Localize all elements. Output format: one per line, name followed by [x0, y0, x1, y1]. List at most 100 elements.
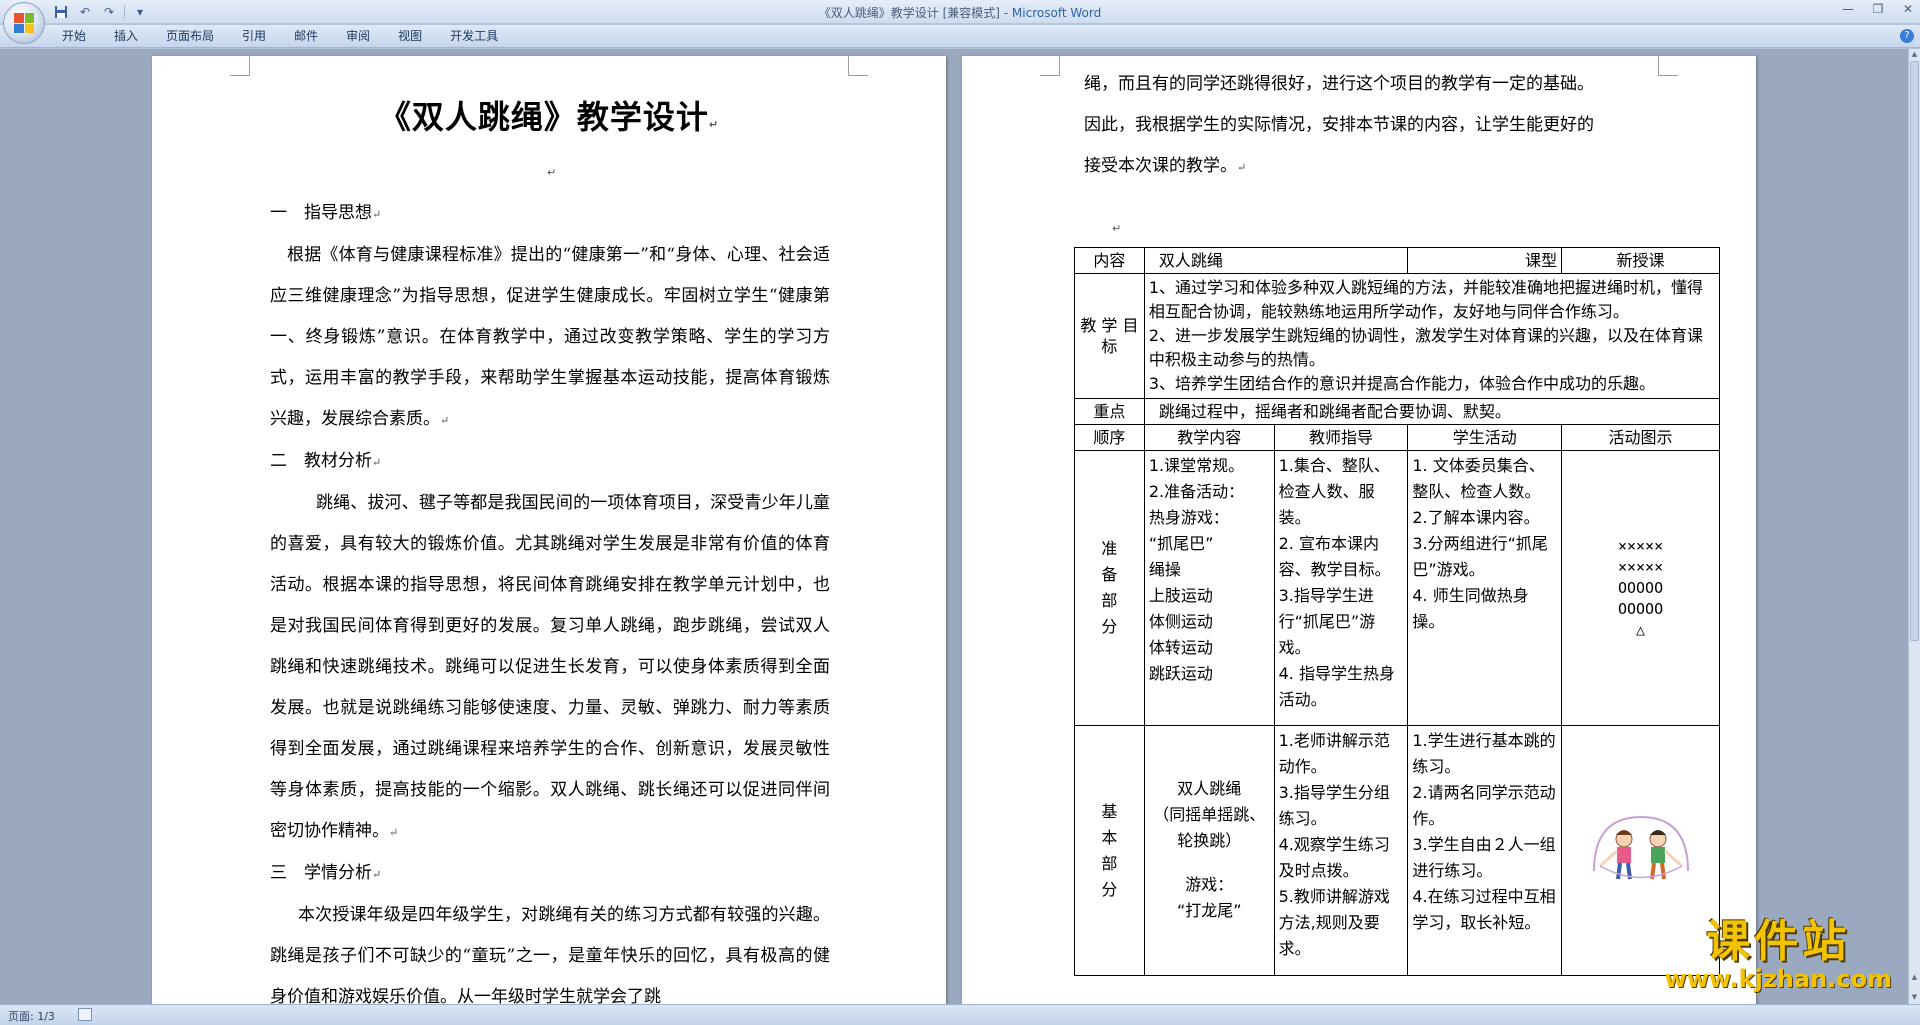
document-title: 《双人跳绳》教学设计↵	[152, 92, 946, 138]
window-title: 《双人跳绳》教学设计 [兼容模式] - Microsoft Word	[0, 4, 1920, 21]
table-cell-order: 基本部分	[1074, 725, 1145, 976]
content-line: 热身游戏：	[1148, 508, 1229, 527]
student-step: 1.学生进行基本跳的练习。	[1412, 731, 1556, 776]
document-body: 绳，而且有的同学还跳得很好，进行这个项目的教学有一定的基础。 因此，我根据学生的…	[1084, 64, 1674, 188]
table-cell-goals-label: 教 学 目标	[1074, 273, 1145, 399]
watermark-logo-text: 课件站	[1706, 916, 1851, 967]
scrollbar-thumb[interactable]	[1910, 61, 1919, 641]
document-page-1[interactable]: 《双人跳绳》教学设计↵ ↵ 一 指导思想↵ 根据《体育与健康课程标准》提出的“健…	[152, 56, 946, 1004]
section-paragraph-text: 本次授课年级是四年级学生，对跳绳有关的练习方式都有较强的兴趣。跳绳是孩子们不可缺…	[270, 905, 830, 1004]
section-paragraph: 根据《体育与健康课程标准》提出的“健康第一”和“身体、心理、社会适应三维健康理念…	[270, 235, 830, 441]
page-count-indicator[interactable]: 页面: 1/3	[8, 1008, 55, 1024]
section-paragraph-text: 跳绳、拔河、毽子等都是我国民间的一项体育项目，深受青少年儿童的喜爱，具有较大的锻…	[270, 493, 830, 841]
jump-rope-illustration	[1592, 815, 1689, 879]
table-cell-student: 1. 文体委员集合、整队、检查人数。 2.了解本课内容。 3.分两组进行“抓尾巴…	[1407, 450, 1563, 726]
tab-view[interactable]: 视图	[384, 28, 436, 45]
tab-mailings[interactable]: 邮件	[280, 28, 332, 45]
tab-insert[interactable]: 插入	[100, 28, 152, 45]
table-cell-order: 准备部分	[1074, 450, 1145, 726]
goal-item: 3、培养学生团结合作的意识并提高合作能力，体验合作中成功的乐趣。	[1148, 374, 1656, 393]
teacher-step: 3.指导学生分组练习。	[1278, 783, 1390, 828]
content-line: 游戏：	[1185, 875, 1234, 894]
title-bar: ↶ ↷ ▾ 《双人跳绳》教学设计 [兼容模式] - Microsoft Word…	[0, 0, 1920, 24]
table-cell-student: 1.学生进行基本跳的练习。 2.请两名同学示范动作。 3.学生自由２人一组进行练…	[1407, 725, 1563, 976]
maximize-button[interactable]: ❐	[1870, 2, 1886, 16]
table-cell-type-value: 新授课	[1561, 247, 1720, 274]
section-paragraph: 跳绳、拔河、毽子等都是我国民间的一项体育项目，深受青少年儿童的喜爱，具有较大的锻…	[270, 483, 830, 853]
body-line: 接受本次课的教学。↵	[1084, 146, 1674, 188]
office-logo-icon	[14, 13, 34, 33]
document-body: 一 指导思想↵ 根据《体育与健康课程标准》提出的“健康第一”和“身体、心理、社会…	[270, 193, 830, 1004]
window-title-app: Microsoft Word	[1011, 6, 1102, 20]
content-line: 体转运动	[1148, 638, 1213, 657]
teacher-step: 4. 指导学生热身活动。	[1278, 664, 1395, 709]
table-cell-content-value: 双人跳绳	[1143, 247, 1409, 274]
section-heading: 二 教材分析↵	[270, 441, 830, 483]
document-page-2[interactable]: 绳，而且有的同学还跳得很好，进行这个项目的教学有一定的基础。 因此，我根据学生的…	[962, 56, 1756, 1004]
teacher-step: 2. 宣布本课内容、教学目标。	[1278, 534, 1391, 579]
macro-recording-icon[interactable]	[78, 1008, 92, 1021]
order-text: 准备部分	[1101, 539, 1118, 636]
scroll-up-icon[interactable]: ▲	[1910, 50, 1919, 59]
close-button[interactable]: ✕	[1900, 2, 1916, 16]
tab-review[interactable]: 审阅	[332, 28, 384, 45]
formation-line: OOOOO	[1617, 599, 1664, 618]
content-line: 跳跃运动	[1148, 664, 1213, 683]
previous-page-icon[interactable]: ▲	[1910, 973, 1919, 982]
tab-developer[interactable]: 开发工具	[436, 28, 512, 45]
student-step: 3.分两组进行“抓尾巴”游戏。	[1412, 534, 1548, 579]
window-controls: — ❐ ✕	[1840, 2, 1916, 16]
paragraph-mark-icon: ↵	[708, 118, 720, 131]
formation-line: △	[1636, 620, 1646, 639]
tab-page-layout[interactable]: 页面布局	[152, 28, 228, 45]
tab-home[interactable]: 开始	[48, 28, 100, 45]
content-line: “打龙尾”	[1176, 901, 1242, 920]
document-workspace[interactable]: 《双人跳绳》教学设计↵ ↵ 一 指导思想↵ 根据《体育与健康课程标准》提出的“健…	[0, 49, 1908, 1004]
paragraph-mark-icon: ↵	[389, 826, 399, 839]
table-row: 教 学 目标 1、通过学习和体验多种双人跳短绳的方法，并能较准确地把握进绳时机，…	[1074, 273, 1721, 399]
content-line: “抓尾巴”	[1148, 534, 1214, 553]
paragraph-mark-icon: ↵	[440, 414, 450, 427]
table-header-teacher: 教师指导	[1273, 424, 1409, 451]
paragraph-mark-icon: ↵	[1237, 161, 1247, 174]
minimize-button[interactable]: —	[1840, 2, 1856, 16]
student-step: 2.了解本课内容。	[1412, 508, 1540, 527]
content-line: 体侧运动	[1148, 612, 1213, 631]
student-step: 4.在练习过程中互相学习，取长补短。	[1412, 887, 1556, 932]
table-row: 基本部分 双人跳绳 （同摇单摇跳、轮换跳） 游戏： “打龙尾” 1.老师讲解示范…	[1074, 725, 1720, 976]
table-cell-teacher: 1.集合、整队、检查人数、服装。 2. 宣布本课内容、教学目标。 3.指导学生进…	[1273, 450, 1409, 726]
next-page-icon[interactable]: ▼	[1910, 993, 1919, 1002]
body-line-text: 接受本次课的教学。	[1084, 156, 1237, 176]
section-heading: 三 学情分析↵	[270, 853, 830, 895]
tab-references[interactable]: 引用	[228, 28, 280, 45]
formation-line: OOOOO	[1617, 578, 1664, 597]
paragraph-mark-icon: ↵	[547, 166, 557, 179]
body-line-text: 绳，而且有的同学还跳得很好，进行这个项目的教学有一定的基础。	[1084, 74, 1594, 94]
table-row: 重点 跳绳过程中，摇绳者和跳绳者配合要协调、默契。	[1074, 398, 1721, 425]
ribbon-tabs: 开始 插入 页面布局 引用 邮件 审阅 视图 开发工具	[48, 28, 512, 45]
office-button[interactable]	[3, 2, 45, 44]
formation-diagram: ××××× ××××× OOOOO OOOOO △	[1566, 536, 1715, 641]
content-line: 绳操	[1148, 560, 1181, 579]
formation-line: ×××××	[1617, 536, 1664, 555]
table-cell-key-label: 重点	[1074, 398, 1145, 425]
section-heading-text: 二 教材分析	[270, 451, 372, 471]
vertical-scrollbar[interactable]: ▲ ▲ ▼	[1908, 49, 1920, 1004]
paragraph-mark-icon: ↵	[372, 208, 382, 221]
order-text: 基本部分	[1101, 801, 1118, 899]
table-header-order: 顺序	[1074, 424, 1145, 451]
help-icon[interactable]: ?	[1900, 29, 1914, 43]
student-step: 4. 师生同做热身操。	[1412, 586, 1529, 631]
body-line: 因此，我根据学生的实际情况，安排本节课的内容，让学生能更好的	[1084, 105, 1674, 146]
content-line: 2.准备活动：	[1148, 482, 1245, 501]
content-line: （同摇单摇跳、轮换跳）	[1153, 805, 1266, 850]
content-line: 1.课堂常规。	[1148, 456, 1245, 475]
table-cell-type-label: 课型	[1407, 247, 1563, 274]
section-paragraph-text: 根据《体育与健康课程标准》提出的“健康第一”和“身体、心理、社会适应三维健康理念…	[270, 245, 830, 429]
student-step: 3.学生自由２人一组进行练习。	[1412, 835, 1556, 880]
table-header-content: 教学内容	[1143, 424, 1275, 451]
goal-item: 2、进一步发展学生跳短绳的协调性，激发学生对体育课的兴趣，以及在体育课中积极主动…	[1148, 326, 1704, 369]
teacher-step: 1.老师讲解示范动作。	[1278, 731, 1390, 776]
formation-line: ×××××	[1617, 557, 1664, 576]
site-watermark: 课件站 www.kjzhan.com	[1665, 916, 1892, 993]
